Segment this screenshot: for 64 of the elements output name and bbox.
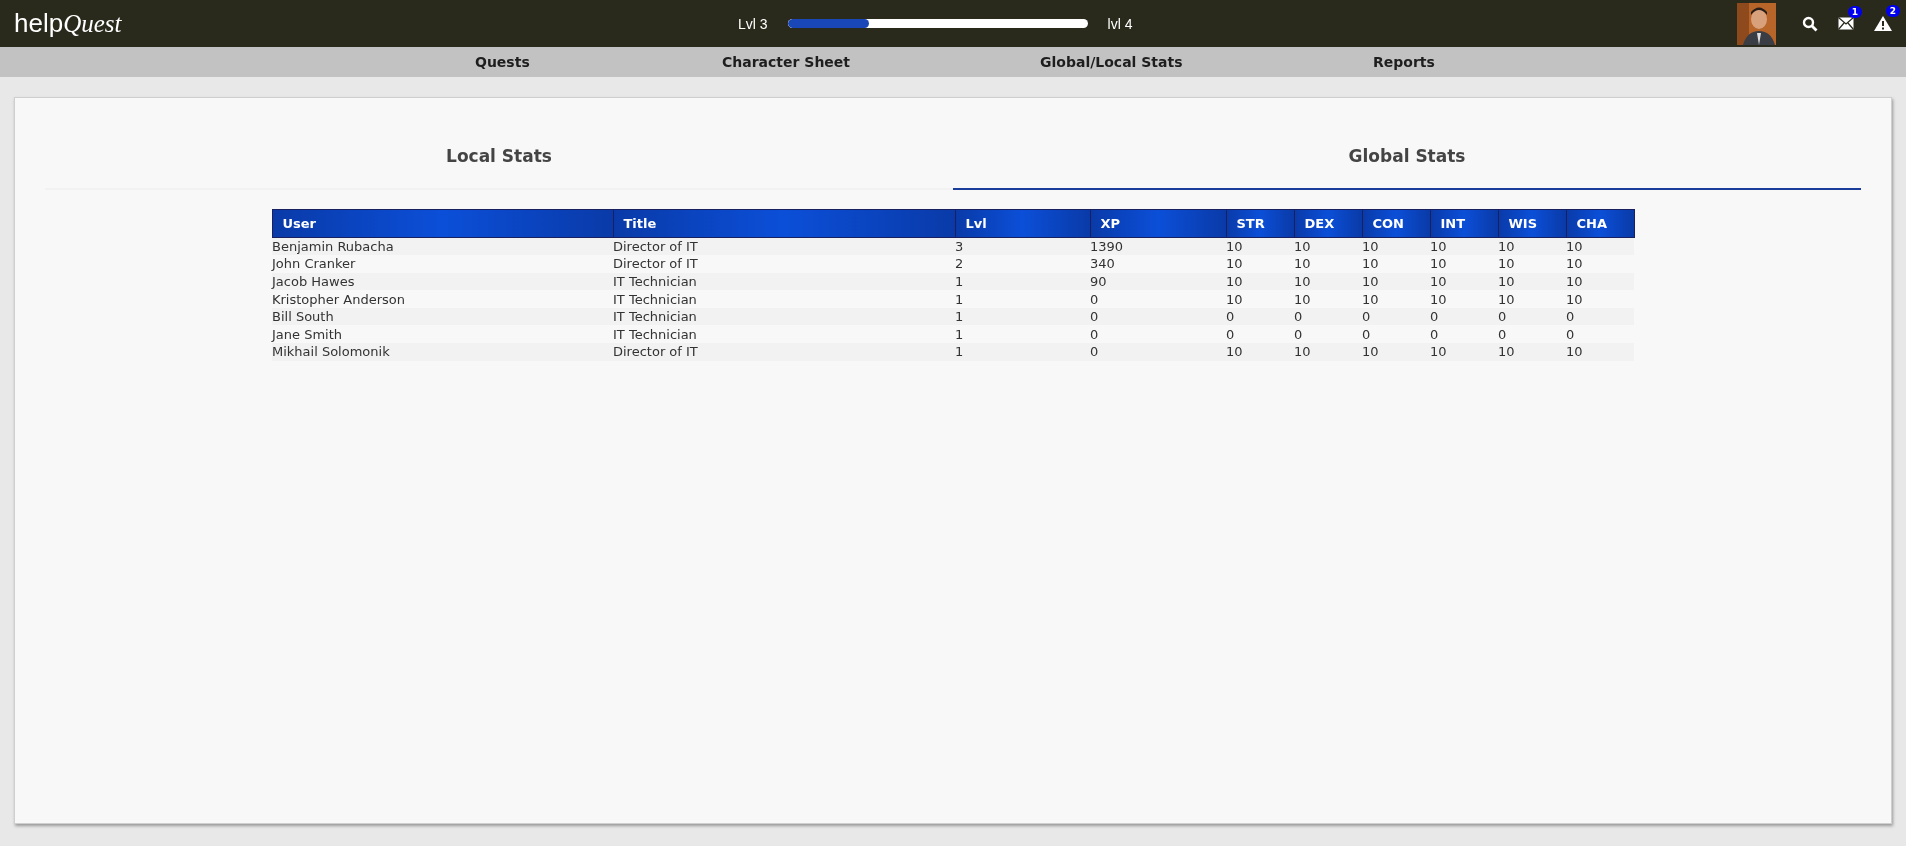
column-header[interactable]: CHA — [1566, 209, 1634, 238]
nav-link[interactable]: Reports — [1373, 54, 1435, 70]
table-cell: 1 — [955, 343, 1090, 361]
column-header[interactable]: WIS — [1498, 209, 1566, 238]
column-header[interactable]: Title — [613, 209, 955, 238]
table-cell: 10 — [1362, 343, 1430, 361]
table-cell: 1 — [955, 290, 1090, 308]
column-header[interactable]: User — [272, 209, 613, 238]
next-level-label: lvl 4 — [1107, 15, 1133, 32]
table-cell: Director of IT — [613, 255, 955, 273]
table-cell: 10 — [1498, 290, 1566, 308]
table-cell: 0 — [1090, 325, 1226, 344]
table-cell: 10 — [1362, 255, 1430, 273]
warning-icon[interactable] — [1874, 16, 1892, 31]
table-cell: IT Technician — [613, 325, 955, 344]
table-cell: 0 — [1566, 325, 1634, 344]
notification-badge: 2 — [1885, 5, 1900, 17]
nav-link[interactable]: Quests — [475, 54, 722, 70]
table-cell: 0 — [1498, 325, 1566, 344]
table-cell: 10 — [1226, 343, 1294, 361]
search-icon[interactable] — [1802, 15, 1818, 32]
table-cell: 10 — [1566, 290, 1634, 308]
table-cell: 340 — [1090, 255, 1226, 273]
table-cell: 0 — [1090, 343, 1226, 361]
table-cell: 10 — [1566, 255, 1634, 273]
column-header[interactable]: INT — [1430, 209, 1498, 238]
table-cell: IT Technician — [613, 290, 955, 308]
table-cell: 10 — [1362, 290, 1430, 308]
column-header[interactable]: DEX — [1294, 209, 1362, 238]
table-cell: 0 — [1294, 325, 1362, 344]
table-cell: 10 — [1294, 343, 1362, 361]
table-cell: Kristopher Anderson — [272, 290, 613, 308]
logo[interactable]: helpQuest — [14, 8, 122, 39]
table-cell: 10 — [1498, 255, 1566, 273]
table-cell: 10 — [1430, 255, 1498, 273]
nav-link[interactable]: Global/Local Stats — [1040, 54, 1373, 70]
column-header[interactable]: CON — [1362, 209, 1430, 238]
table-cell: 0 — [1090, 290, 1226, 308]
table-cell: 10 — [1430, 290, 1498, 308]
column-header[interactable]: STR — [1226, 209, 1294, 238]
table-cell: Mikhail Solomonik — [272, 343, 613, 361]
table-cell: 10 — [1430, 343, 1498, 361]
level-label: Lvl 3 — [738, 15, 768, 32]
nav-link[interactable]: Character Sheet — [722, 54, 1040, 70]
stats-tab[interactable]: Local Stats — [45, 134, 953, 190]
table-cell: 0 — [1226, 325, 1294, 344]
table-cell: 10 — [1226, 255, 1294, 273]
table-cell: 10 — [1294, 255, 1362, 273]
table-cell: Jane Smith — [272, 325, 613, 344]
table-cell: 10 — [1566, 343, 1634, 361]
table-cell: 0 — [1430, 325, 1498, 344]
column-header[interactable]: XP — [1090, 209, 1226, 238]
column-header[interactable]: Lvl — [955, 209, 1090, 238]
table-cell: John Cranker — [272, 255, 613, 273]
notification-badge: 1 — [1847, 6, 1862, 18]
table-cell: 0 — [1362, 325, 1430, 344]
stats-tab[interactable]: Global Stats — [953, 134, 1861, 190]
table-cell: 10 — [1226, 290, 1294, 308]
table-cell: 10 — [1498, 343, 1566, 361]
table-cell: 2 — [955, 255, 1090, 273]
table-cell: 10 — [1294, 290, 1362, 308]
envelope-icon[interactable] — [1838, 17, 1854, 30]
table-cell: 1 — [955, 325, 1090, 344]
table-cell: Director of IT — [613, 343, 955, 361]
